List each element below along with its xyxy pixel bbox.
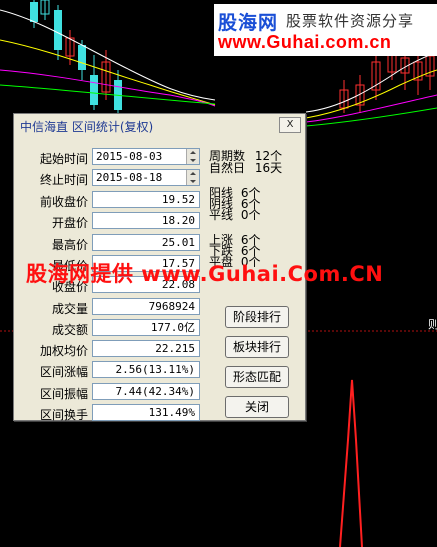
start-date-spinner[interactable] bbox=[186, 149, 199, 164]
end-date-value: 2015-08-18 bbox=[96, 171, 163, 184]
natural-days: 自然日 16天 bbox=[209, 161, 283, 175]
watermark-logo: 股海网 bbox=[218, 12, 279, 34]
field-label: 区间涨幅 bbox=[39, 365, 88, 379]
start-date-value: 2015-08-03 bbox=[96, 150, 163, 163]
field-label: 前收盘价 bbox=[39, 195, 88, 209]
watermark-url: www.Guhai.com.cn bbox=[218, 32, 392, 52]
end-date-spinner[interactable] bbox=[186, 170, 199, 185]
field-value: 131.49% bbox=[92, 404, 200, 421]
watermark-slogan: 股票软件资源分享 bbox=[286, 12, 415, 30]
natural-days-value: 16天 bbox=[254, 161, 283, 175]
field-value: 25.01 bbox=[92, 234, 200, 251]
field-value: 18.20 bbox=[92, 212, 200, 229]
close-button[interactable]: 关闭 bbox=[225, 396, 289, 418]
dialog-titlebar[interactable]: 中信海直 区间统计(复权) X bbox=[14, 114, 305, 136]
field-label: 成交额 bbox=[51, 323, 88, 337]
field-value: 7968924 bbox=[92, 298, 200, 315]
candles-left bbox=[30, 0, 122, 113]
flat-count-value: 0个 bbox=[240, 208, 261, 222]
field-value: 19.52 bbox=[92, 191, 200, 208]
field-label: 成交量 bbox=[51, 302, 88, 316]
watermark-banner: 股海网 股票软件资源分享 www.Guhai.com.cn bbox=[214, 4, 437, 56]
field-value: 177.0亿 bbox=[92, 319, 200, 336]
start-time-label: 起始时间 bbox=[39, 152, 88, 166]
dialog-title: 中信海直 区间统计(复权) bbox=[20, 120, 154, 134]
field-label: 区间振幅 bbox=[39, 387, 88, 401]
stage-ranking-button[interactable]: 阶段排行 bbox=[225, 306, 289, 328]
indicator-spike bbox=[339, 379, 363, 547]
overlay-watermark: 股海网提供 www.Guhai.Com.CN bbox=[26, 262, 384, 286]
field-label: 最高价 bbox=[51, 238, 88, 252]
field-label: 开盘价 bbox=[51, 216, 88, 230]
end-date-input[interactable]: 2015-08-18 bbox=[92, 169, 200, 186]
field-value: 2.56(13.11%) bbox=[92, 361, 200, 378]
flat-count: 平线 0个 bbox=[209, 208, 261, 222]
end-time-label: 终止时间 bbox=[39, 173, 88, 187]
field-label: 区间换手 bbox=[39, 408, 88, 422]
right-axis-label: 则 bbox=[428, 318, 437, 331]
field-value: 7.44(42.34%) bbox=[92, 383, 200, 400]
sector-ranking-button[interactable]: 板块排行 bbox=[225, 336, 289, 358]
start-date-input[interactable]: 2015-08-03 bbox=[92, 148, 200, 165]
natural-days-label: 自然日 bbox=[209, 161, 246, 175]
close-icon[interactable]: X bbox=[279, 117, 301, 133]
field-label: 加权均价 bbox=[39, 344, 88, 358]
pattern-match-button[interactable]: 形态匹配 bbox=[225, 366, 289, 388]
flat-count-label: 平线 bbox=[209, 208, 234, 222]
field-value: 22.215 bbox=[92, 340, 200, 357]
